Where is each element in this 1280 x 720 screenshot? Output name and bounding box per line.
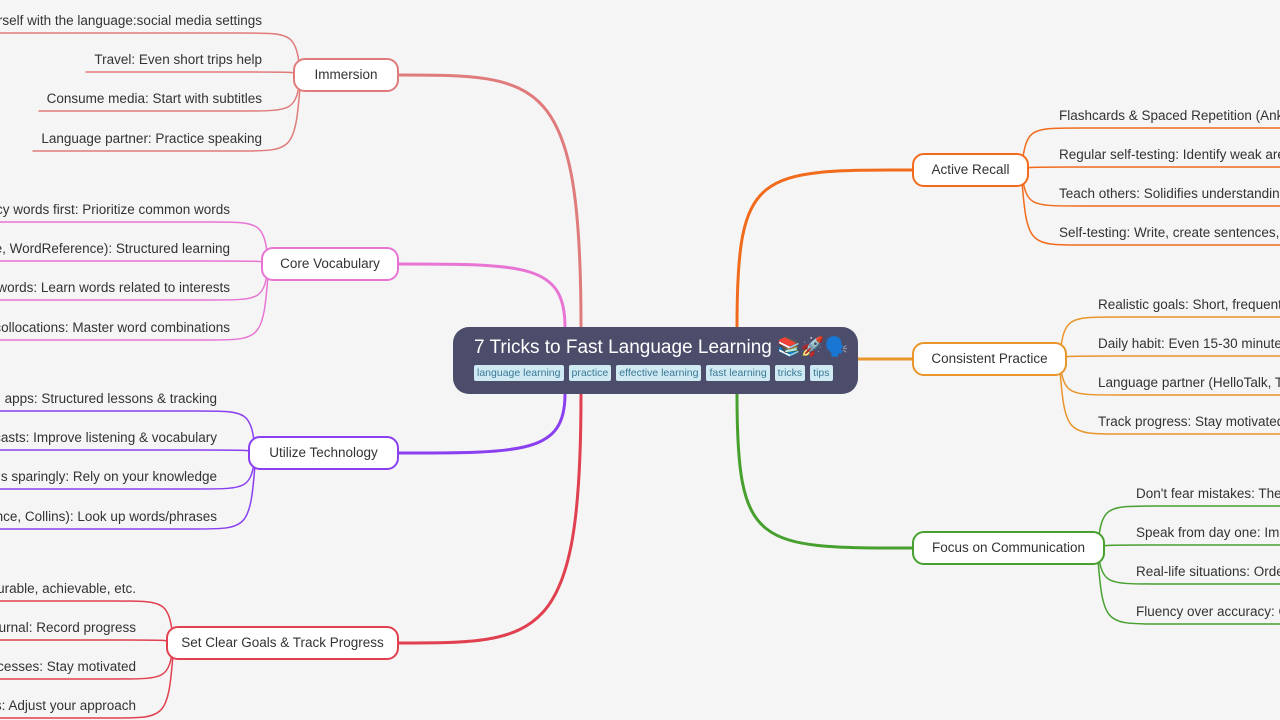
mindmap-canvas[interactable]: 7 Tricks to Fast Language Learning 📚🚀🗣️ …: [0, 0, 1280, 720]
leaf-node[interactable]: Online dictionaries (WordReference, Coll…: [0, 508, 217, 526]
root-node[interactable]: 7 Tricks to Fast Language Learning 📚🚀🗣️ …: [453, 327, 858, 394]
branch-node-utilize-technology[interactable]: Utilize Technology: [248, 436, 399, 470]
branch-node-immersion[interactable]: Immersion: [293, 58, 399, 92]
root-connector: [735, 392, 914, 550]
leaf-node[interactable]: Language partner: Practice speaking: [41, 130, 262, 148]
leaf-node[interactable]: Immerse yourself with the language:socia…: [0, 12, 262, 30]
leaf-node[interactable]: Fluency over accuracy: Communicate first: [1136, 603, 1280, 621]
tag[interactable]: practice: [568, 365, 612, 381]
tag[interactable]: effective learning: [616, 365, 702, 381]
root-connector: [397, 73, 583, 329]
leaf-node[interactable]: Celebrate successes: Stay motivated: [0, 658, 136, 676]
branch-node-set-clear-goals[interactable]: Set Clear Goals & Track Progress: [166, 626, 399, 660]
leaf-connector: [0, 449, 257, 454]
leaf-node[interactable]: High-frequency words first: Prioritize c…: [0, 201, 230, 219]
root-connector: [397, 392, 567, 455]
tag[interactable]: fast learning: [706, 365, 770, 381]
root-title: 7 Tricks to Fast Language Learning 📚🚀🗣️: [474, 337, 849, 358]
leaf-connector: [1058, 355, 1280, 360]
leaf-node[interactable]: Personalize words: Learn words related t…: [0, 279, 230, 297]
leaf-node[interactable]: Track progress: Stay motivated: [1098, 413, 1280, 431]
leaf-connector: [0, 639, 175, 644]
leaf-node[interactable]: Consume media: Start with subtitles: [47, 90, 262, 108]
leaf-connector: [1020, 166, 1280, 171]
leaf-node[interactable]: Regular self-testing: Identify weak area…: [1059, 146, 1280, 164]
leaf-node[interactable]: Teach others: Solidifies understanding: [1059, 185, 1280, 203]
root-connector: [397, 262, 567, 329]
tag[interactable]: tips: [810, 365, 833, 381]
leaf-node[interactable]: Language learning apps: Structured lesso…: [0, 390, 217, 408]
leaf-node[interactable]: Podcasts: Improve listening & vocabulary: [0, 429, 217, 447]
branch-node-focus-communication[interactable]: Focus on Communication: [912, 531, 1105, 565]
leaf-node[interactable]: Keep a learning journal: Record progress: [0, 619, 136, 637]
tag-list: language learning practice effective lea…: [474, 365, 858, 381]
leaf-node[interactable]: Flashcards & Spaced Repetition (Anki): [1059, 107, 1280, 125]
tag[interactable]: tricks: [774, 365, 806, 381]
leaf-node[interactable]: Use dictionaries (Collins, Larousse, Wor…: [0, 240, 230, 258]
branch-node-consistent-practice[interactable]: Consistent Practice: [912, 342, 1067, 376]
leaf-node[interactable]: Language partner (HelloTalk, Tandem): [1098, 374, 1280, 392]
leaf-node[interactable]: Use translation tools sparingly: Rely on…: [0, 468, 217, 486]
leaf-node[interactable]: Don't fear mistakes: They help you learn: [1136, 485, 1280, 503]
leaf-node[interactable]: Review weaknesses: Adjust your approach: [0, 697, 136, 715]
leaf-node[interactable]: Travel: Even short trips help: [94, 51, 262, 69]
leaf-node[interactable]: Real-life situations: Order food, ask di…: [1136, 563, 1280, 581]
leaf-node[interactable]: Daily habit: Even 15-30 minutes helps: [1098, 335, 1280, 353]
leaf-connector: [85, 71, 302, 76]
branch-node-core-vocabulary[interactable]: Core Vocabulary: [261, 247, 399, 281]
leaf-node[interactable]: Self-testing: Write, create sentences, a…: [1059, 224, 1280, 242]
leaf-node[interactable]: Speak from day one: Immerse yourself: [1136, 524, 1280, 542]
root-connector: [735, 168, 914, 329]
branch-node-active-recall[interactable]: Active Recall: [912, 153, 1029, 187]
leaf-node[interactable]: Realistic goals: Short, frequent session…: [1098, 296, 1280, 314]
leaf-node[interactable]: Learn collocations: Master word combinat…: [0, 319, 230, 337]
leaf-connector: [1096, 544, 1280, 549]
tag[interactable]: language learning: [474, 365, 564, 381]
leaf-connector: [0, 260, 270, 265]
leaf-node[interactable]: SMART goals: Specific, measurable, achie…: [0, 580, 136, 598]
